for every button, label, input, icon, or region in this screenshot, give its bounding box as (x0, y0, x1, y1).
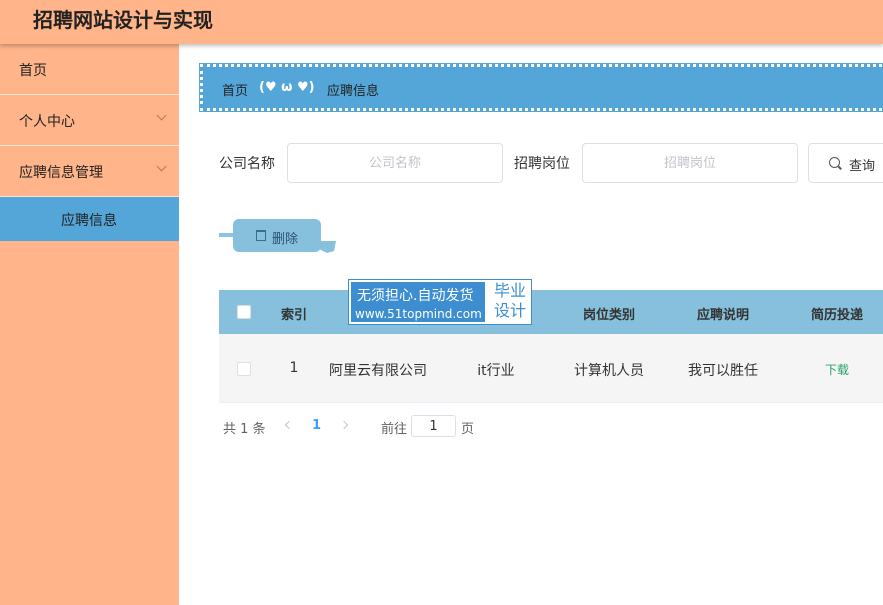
goto-label: 前往 (381, 422, 408, 437)
trash-icon (256, 230, 266, 241)
page-suffix: 页 (461, 422, 475, 437)
chevron-down-icon (156, 161, 167, 172)
sidebar-item-label: 个人中心 (19, 114, 75, 130)
watermark-right-line2: 设计 (493, 301, 526, 320)
sidebar: 首页 个人中心 应聘信息管理 应聘信息 (0, 44, 179, 605)
company-name-input[interactable] (287, 143, 503, 183)
breadcrumb-home[interactable]: 首页 (222, 80, 248, 99)
watermark-line1: 无须担心.自动发货 (357, 288, 474, 304)
watermark-right-line1: 毕业 (493, 281, 526, 300)
delete-button[interactable]: 删除 (219, 219, 336, 255)
sidebar-item-label: 首页 (19, 63, 47, 79)
table-row: 1 阿里云有限公司 it行业 计算机人员 我可以胜任 下载 (219, 334, 883, 403)
column-header-description: 应聘说明 (696, 308, 749, 323)
sidebar-subitem-application-info[interactable]: 应聘信息 (0, 197, 179, 241)
column-header-index: 索引 (280, 308, 307, 323)
app-title: 招聘网站设计与实现 (33, 8, 213, 32)
watermark-right-panel: 毕业 设计 (490, 281, 530, 321)
breadcrumb-current: 应聘信息 (327, 84, 380, 99)
column-header-resume: 简历投递 (810, 308, 863, 323)
position-label: 招聘岗位 (514, 156, 570, 172)
cell-industry: it行业 (477, 363, 515, 379)
breadcrumb: 首页 (♥ ω ♥) 应聘信息 (199, 63, 883, 112)
company-name-label: 公司名称 (219, 156, 275, 172)
prev-page-icon[interactable] (284, 420, 294, 430)
query-button-label: 查询 (849, 159, 876, 174)
chevron-down-icon (156, 110, 167, 121)
pagination-total: 共 1 条 (223, 422, 266, 437)
column-header-category: 岗位类别 (582, 308, 635, 323)
watermark: 无须担心.自动发货 www.51topmind.com 毕业 设计 (348, 279, 532, 325)
next-page-icon[interactable] (339, 420, 349, 430)
sidebar-item-home[interactable]: 首页 (0, 44, 179, 95)
sidebar-subitem-label: 应聘信息 (61, 213, 117, 229)
sidebar-item-personal-center[interactable]: 个人中心 (0, 95, 179, 146)
watermark-line2: www.51topmind.com (355, 307, 482, 321)
cell-category: 计算机人员 (574, 363, 644, 379)
cell-company: 阿里云有限公司 (329, 363, 427, 379)
pagination-current-page[interactable]: 1 (312, 418, 321, 433)
resume-download-link[interactable]: 下载 (782, 361, 883, 378)
query-button[interactable]: 查询 (808, 143, 883, 183)
top-bar: 招聘网站设计与实现 (0, 0, 883, 44)
table-header: 索引 岗位类别 应聘说明 简历投递 (219, 290, 883, 334)
search-icon (829, 157, 840, 168)
breadcrumb-separator: (♥ ω ♥) (259, 80, 315, 95)
position-input[interactable] (582, 143, 798, 183)
sidebar-item-label: 应聘信息管理 (19, 165, 103, 181)
delete-button-label: 删除 (272, 232, 299, 247)
goto-page-input[interactable] (411, 415, 456, 437)
watermark-left-panel: 无须担心.自动发货 www.51topmind.com (351, 282, 485, 322)
cell-description: 我可以胜任 (688, 363, 758, 379)
sidebar-item-application-management[interactable]: 应聘信息管理 (0, 146, 179, 197)
